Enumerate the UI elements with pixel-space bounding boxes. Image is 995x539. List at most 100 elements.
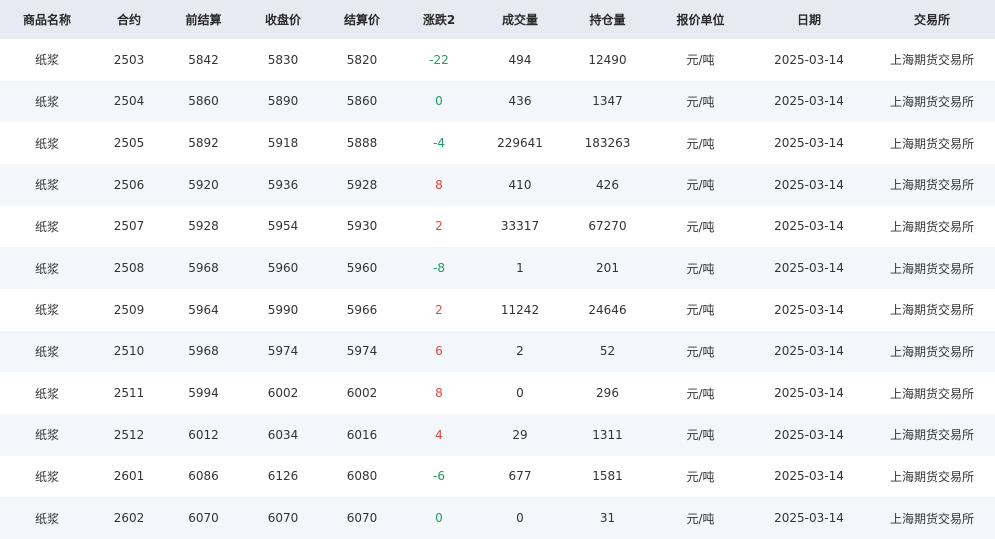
cell-date: 2025-03-14 (774, 427, 844, 442)
cell-volume: 11242 (500, 302, 540, 317)
cell-open-interest: 1581 (592, 469, 623, 484)
header-contract[interactable]: 合约 (94, 0, 164, 39)
header-quote-unit[interactable]: 报价单位 (652, 0, 749, 39)
cell-date: 2025-03-14 (774, 219, 844, 234)
table-row[interactable]: 纸浆 2503 5842 5830 5820 -22 494 12490 元/吨 2025-03-… (0, 39, 995, 81)
table-row[interactable]: 纸浆 2602 6070 6070 6070 0 0 31 元/吨 2025-03-14 上海期货交… (0, 497, 995, 539)
cell-change: 0 (435, 94, 443, 109)
cell-date: 2025-03-14 (774, 344, 844, 359)
cell-exchange: 上海期货交易所 (889, 219, 974, 234)
cell-date: 2025-03-14 (774, 261, 844, 276)
table-row[interactable]: 纸浆 2504 5860 5890 5860 0 436 1347 元/吨 2025-03-14 上… (0, 80, 995, 123)
cell-product-name: 纸浆 (34, 428, 59, 443)
cell-exchange: 上海期货交易所 (889, 428, 974, 443)
cell-volume: 1 (516, 261, 524, 276)
header-settlement-price[interactable]: 结算价 (323, 0, 401, 39)
cell-close-price: 5960 (267, 261, 299, 276)
cell-change: -4 (433, 136, 445, 151)
cell-prev-settlement: 6070 (188, 511, 219, 526)
cell-product-name: 纸浆 (34, 53, 59, 68)
header-volume[interactable]: 成交量 (477, 0, 563, 39)
cell-product-name: 纸浆 (34, 261, 59, 276)
cell-settlement-price: 5928 (346, 177, 378, 192)
cell-contract: 2503 (113, 52, 145, 67)
cell-settlement-price: 6002 (346, 386, 378, 401)
cell-date: 2025-03-14 (774, 302, 844, 317)
cell-quote-unit: 元/吨 (686, 386, 715, 401)
cell-contract: 2510 (113, 344, 145, 359)
cell-prev-settlement: 6086 (188, 469, 219, 484)
cell-product-name: 纸浆 (34, 344, 59, 359)
cell-product-name: 纸浆 (34, 219, 59, 234)
cell-date: 2025-03-14 (774, 94, 844, 109)
cell-prev-settlement: 5860 (188, 94, 219, 109)
table-header: 商品名称 合约 前结算 收盘价 结算价 涨跌2 成交量 持仓量 报价单位 日期 … (0, 0, 995, 39)
cell-quote-unit: 元/吨 (686, 469, 715, 484)
cell-date: 2025-03-14 (774, 52, 844, 67)
cell-quote-unit: 元/吨 (686, 94, 715, 109)
cell-exchange: 上海期货交易所 (889, 136, 974, 151)
cell-prev-settlement: 5964 (188, 302, 219, 317)
cell-change: -8 (433, 261, 445, 276)
cell-quote-unit: 元/吨 (686, 428, 715, 443)
cell-settlement-price: 5860 (346, 94, 378, 109)
cell-close-price: 5990 (267, 302, 299, 317)
cell-contract: 2507 (113, 219, 145, 234)
cell-change: 8 (435, 386, 443, 401)
cell-prev-settlement: 5968 (188, 344, 219, 359)
cell-change: -22 (429, 52, 449, 67)
header-close-price[interactable]: 收盘价 (243, 0, 323, 39)
cell-settlement-price: 5930 (346, 219, 378, 234)
cell-settlement-price: 5888 (346, 136, 378, 151)
cell-exchange: 上海期货交易所 (889, 94, 974, 109)
cell-change: 6 (435, 344, 443, 359)
cell-quote-unit: 元/吨 (686, 53, 715, 68)
table-row[interactable]: 纸浆 2507 5928 5954 5930 2 33317 67270 元/吨 2025-03-… (0, 205, 995, 248)
cell-prev-settlement: 5842 (188, 52, 219, 67)
cell-open-interest: 67270 (588, 219, 627, 234)
cell-contract: 2512 (113, 427, 145, 442)
table-row[interactable]: 纸浆 2505 5892 5918 5888 -4 229641 183263 元/吨 2025-… (0, 122, 995, 164)
cell-quote-unit: 元/吨 (686, 261, 715, 276)
cell-close-price: 5936 (267, 177, 299, 192)
cell-change: 2 (435, 302, 443, 317)
table-row[interactable]: 纸浆 2510 5968 5974 5974 6 2 52 元/吨 2025-03-14 上海期货交… (0, 330, 995, 373)
cell-volume: 2 (516, 344, 524, 359)
table-row[interactable]: 纸浆 2506 5920 5936 5928 8 410 426 元/吨 2025-03-14 上海… (0, 163, 995, 206)
header-open-interest[interactable]: 持仓量 (563, 0, 652, 39)
cell-change: 0 (435, 511, 443, 526)
table-row[interactable]: 纸浆 2508 5968 5960 5960 -8 1 201 元/吨 2025-03-14 上海期… (0, 247, 995, 289)
cell-settlement-price: 6080 (346, 469, 378, 484)
cell-quote-unit: 元/吨 (686, 136, 715, 151)
cell-volume: 0 (516, 511, 524, 526)
table-row[interactable]: 纸浆 2512 6012 6034 6016 4 29 1311 元/吨 2025-03-14 上海… (0, 413, 995, 456)
cell-exchange: 上海期货交易所 (889, 178, 974, 193)
table-row[interactable]: 纸浆 2511 5994 6002 6002 8 0 296 元/吨 2025-03-14 上海期货… (0, 372, 995, 414)
cell-close-price: 5890 (267, 94, 299, 109)
cell-volume: 0 (516, 386, 524, 401)
cell-volume: 677 (508, 469, 532, 484)
cell-prev-settlement: 5920 (188, 177, 219, 192)
cell-close-price: 6034 (267, 427, 299, 442)
cell-product-name: 纸浆 (34, 303, 59, 318)
cell-prev-settlement: 5968 (188, 261, 219, 276)
header-exchange[interactable]: 交易所 (869, 0, 995, 39)
cell-volume: 29 (512, 427, 528, 442)
cell-product-name: 纸浆 (34, 94, 59, 109)
header-date[interactable]: 日期 (749, 0, 869, 39)
cell-open-interest: 296 (596, 386, 619, 401)
cell-quote-unit: 元/吨 (686, 511, 715, 526)
table-row[interactable]: 纸浆 2509 5964 5990 5966 2 11242 24646 元/吨 2025-03-… (0, 288, 995, 331)
cell-prev-settlement: 5928 (188, 219, 219, 234)
cell-settlement-price: 6016 (346, 427, 378, 442)
header-prev-settlement[interactable]: 前结算 (164, 0, 243, 39)
cell-product-name: 纸浆 (34, 469, 59, 484)
cell-open-interest: 426 (596, 177, 619, 192)
header-product-name[interactable]: 商品名称 (0, 0, 94, 39)
table-row[interactable]: 纸浆 2601 6086 6126 6080 -6 677 1581 元/吨 2025-03-14… (0, 455, 995, 498)
cell-date: 2025-03-14 (774, 511, 844, 526)
cell-product-name: 纸浆 (34, 178, 59, 193)
cell-contract: 2508 (113, 261, 145, 276)
header-change[interactable]: 涨跌2 (401, 0, 477, 39)
cell-exchange: 上海期货交易所 (889, 303, 974, 318)
